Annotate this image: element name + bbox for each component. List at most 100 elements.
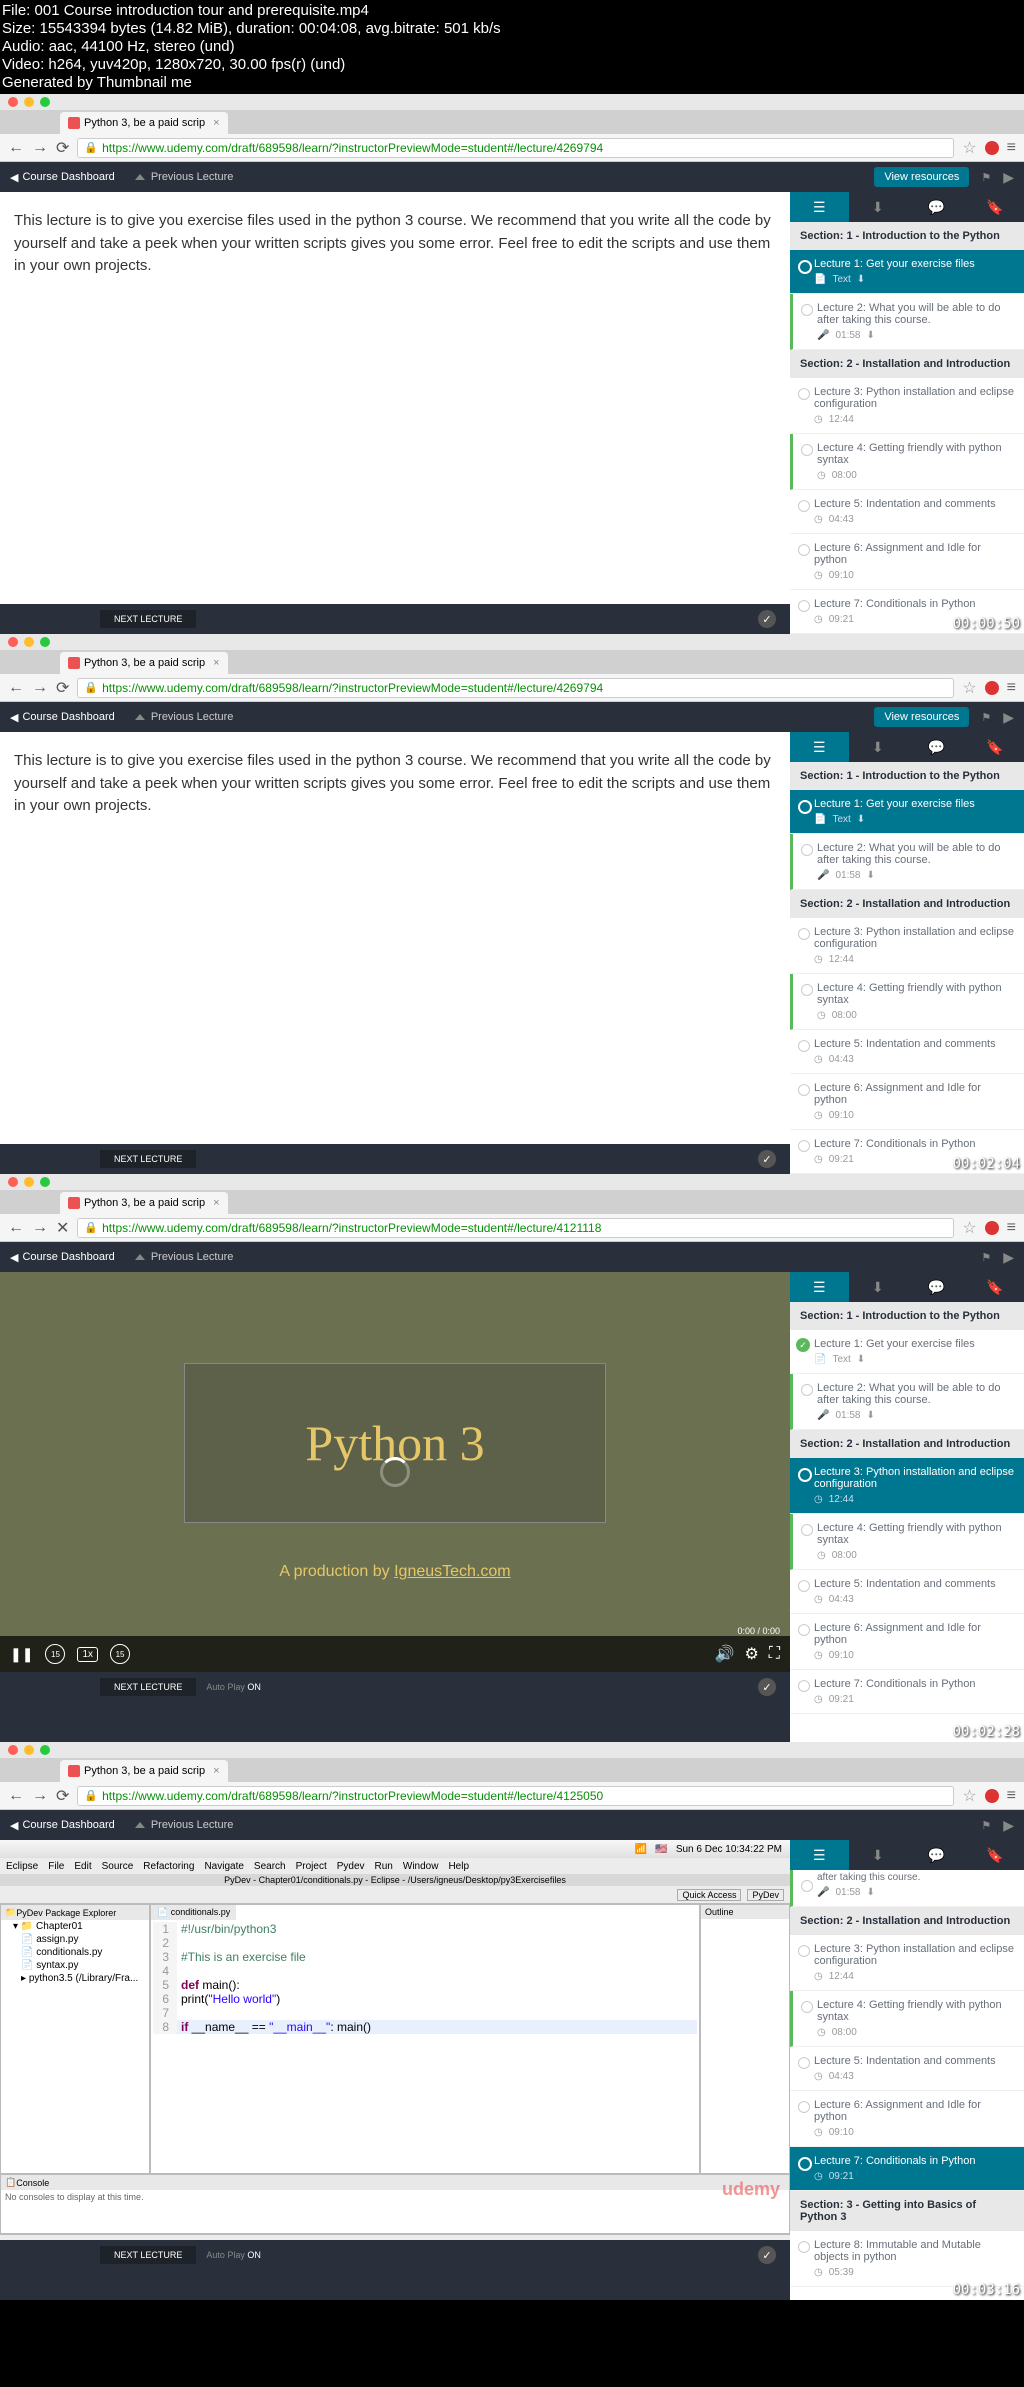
bookmark-star-icon[interactable]: ☆ [962,1218,976,1238]
back-button[interactable]: ← [8,139,24,157]
previous-lecture-button[interactable]: Previous Lecture [135,1819,234,1831]
browser-tab[interactable]: Python 3, be a paid scrip × [60,112,228,134]
chrome-menu-icon[interactable]: ≡ [1007,139,1016,157]
tree-project[interactable]: ▾ 📁 Chapter01 [1,1920,149,1933]
browser-tab[interactable]: Python 3, be a paid scrip× [60,652,228,674]
course-dashboard-link[interactable]: ◀ Course Dashboard [10,1819,115,1832]
reload-button[interactable]: ⟳ [56,138,69,158]
maximize-window-button[interactable] [40,1177,50,1187]
download-tab[interactable]: ⬇ [849,192,908,222]
minimize-window-button[interactable] [24,1177,34,1187]
forward-button[interactable]: → [32,139,48,157]
view-resources-button[interactable]: View resources [874,707,969,727]
lecture-item[interactable]: Lecture 5: Indentation and comments◷04:4… [790,1030,1024,1074]
playback-speed-button[interactable]: 1x [77,1647,98,1662]
close-tab-icon[interactable]: × [213,117,219,129]
next-arrow-icon[interactable]: ▶ [1003,1817,1014,1834]
lecture-item[interactable]: Lecture 8: Immutable and Mutable objects… [790,2231,1024,2287]
mark-complete-button[interactable]: ✓ [758,2246,776,2264]
bookmark-star-icon[interactable]: ☆ [962,138,976,158]
chrome-menu-icon[interactable]: ≡ [1007,1787,1016,1805]
reload-button[interactable]: ⟳ [56,678,69,698]
lecture-item[interactable]: Lecture 1: Get your exercise files📄Text … [790,1330,1024,1374]
bookmarks-tab[interactable]: 🔖 [966,1272,1024,1302]
next-arrow-icon[interactable]: ▶ [1003,709,1014,726]
url-field[interactable]: 🔒https://www.udemy.com/draft/689598/lear… [77,1218,954,1238]
previous-lecture-button[interactable]: Previous Lecture [135,1251,234,1263]
bookmarks-tab[interactable]: 🔖 [966,732,1024,762]
extension-icon[interactable] [985,141,999,155]
lecture-item[interactable]: Lecture 3: Python installation and eclip… [790,378,1024,434]
course-dashboard-link[interactable]: ◀ Course Dashboard [10,1251,115,1264]
chrome-menu-icon[interactable]: ≡ [1007,679,1016,697]
mark-complete-button[interactable]: ✓ [758,1150,776,1168]
menu-search[interactable]: Search [254,1861,286,1872]
bookmarks-tab[interactable]: 🔖 [966,192,1024,222]
download-tab[interactable]: ⬇ [849,732,908,762]
mark-complete-button[interactable]: ✓ [758,610,776,628]
menu-refactoring[interactable]: Refactoring [143,1861,194,1872]
back-button[interactable]: ← [8,679,24,697]
course-dashboard-link[interactable]: ◀ Course Dashboard [10,171,115,184]
lecture-item[interactable]: Lecture 6: Assignment and Idle for pytho… [790,1074,1024,1130]
code-editor[interactable]: 📄 conditionals.py 1#!/usr/bin/python3 2 … [150,1904,700,2174]
menu-pydev[interactable]: Pydev [337,1861,365,1872]
lecture-item[interactable]: Lecture 1: Get your exercise files📄Text … [790,790,1024,834]
lecture-item[interactable]: Lecture 5: Indentation and comments ◷04:… [790,490,1024,534]
forward-15-button[interactable]: 15 [110,1644,130,1664]
menu-window[interactable]: Window [403,1861,439,1872]
maximize-window-button[interactable] [40,1745,50,1755]
next-lecture-button[interactable]: NEXT LECTURE [100,1678,196,1696]
minimize-window-button[interactable] [24,1745,34,1755]
minimize-window-button[interactable] [24,97,34,107]
download-icon[interactable]: ⬇ [866,330,874,341]
lecture-item[interactable]: Lecture 2: What you will be able to do a… [790,294,1024,350]
lecture-item[interactable]: Lecture 2: What you will be able to do a… [790,834,1024,890]
bookmark-star-icon[interactable]: ☆ [962,1786,976,1806]
browser-tab[interactable]: Python 3, be a paid scrip× [60,1192,228,1214]
pause-button[interactable]: ❚❚ [10,1646,33,1663]
lecture-item[interactable]: Lecture 1: Get your exercise files 📄Text… [790,250,1024,294]
lecture-item[interactable]: Lecture 7: Conditionals in Python◷09:21 [790,2147,1024,2191]
next-lecture-button[interactable]: NEXT LECTURE [100,610,196,628]
menu-help[interactable]: Help [448,1861,469,1872]
quick-access-field[interactable]: Quick Access [677,1889,741,1901]
stop-button[interactable]: ✕ [56,1218,69,1238]
close-window-button[interactable] [8,1177,18,1187]
chrome-menu-icon[interactable]: ≡ [1007,1219,1016,1237]
pydev-perspective-button[interactable]: PyDev [747,1889,784,1901]
extension-icon[interactable] [985,681,999,695]
flag-icon[interactable]: ⚑ [981,1819,991,1832]
menu-eclipse[interactable]: Eclipse [6,1861,38,1872]
url-field[interactable]: 🔒https://www.udemy.com/draft/689598/lear… [77,678,954,698]
maximize-window-button[interactable] [40,637,50,647]
lecture-item[interactable]: Lecture 6: Assignment and Idle for pytho… [790,534,1024,590]
menu-file[interactable]: File [48,1861,64,1872]
tree-file[interactable]: 📄 conditionals.py [1,1946,149,1959]
previous-lecture-button[interactable]: Previous Lecture [135,711,234,723]
lecture-item[interactable]: Lecture 6: Assignment and Idle for pytho… [790,1614,1024,1670]
video-player[interactable]: Python 3 A production by IgneusTech.com … [0,1272,790,1672]
curriculum-tab[interactable]: ☰ [790,1272,849,1302]
editor-tab[interactable]: 📄 conditionals.py [151,1905,236,1920]
next-arrow-icon[interactable]: ▶ [1003,169,1014,186]
lecture-item[interactable]: Lecture 7: Conditionals in Python◷09:21 [790,1670,1024,1714]
lecture-item[interactable]: Lecture 3: Python installation and eclip… [790,1935,1024,1991]
menu-project[interactable]: Project [296,1861,327,1872]
autoplay-toggle[interactable]: Auto Play ON [206,1682,261,1692]
bookmark-star-icon[interactable]: ☆ [962,678,976,698]
curriculum-tab[interactable]: ☰ [790,1840,849,1870]
settings-icon[interactable]: ⚙ [744,1644,758,1664]
lecture-item[interactable]: Lecture 4: Getting friendly with python … [790,1991,1024,2047]
download-tab[interactable]: ⬇ [849,1272,908,1302]
tree-file[interactable]: 📄 syntax.py [1,1959,149,1972]
menu-run[interactable]: Run [375,1861,393,1872]
next-lecture-button[interactable]: NEXT LECTURE [100,2246,196,2264]
qa-tab[interactable]: 💬 [907,1840,966,1870]
close-tab-icon[interactable]: × [213,657,219,669]
lecture-item[interactable]: Lecture 4: Getting friendly with python … [790,1514,1024,1570]
lecture-item[interactable]: Lecture 6: Assignment and Idle for pytho… [790,2091,1024,2147]
download-tab[interactable]: ⬇ [849,1840,908,1870]
back-button[interactable]: ← [8,1787,24,1805]
lecture-item[interactable]: Lecture 4: Getting friendly with python … [790,434,1024,490]
